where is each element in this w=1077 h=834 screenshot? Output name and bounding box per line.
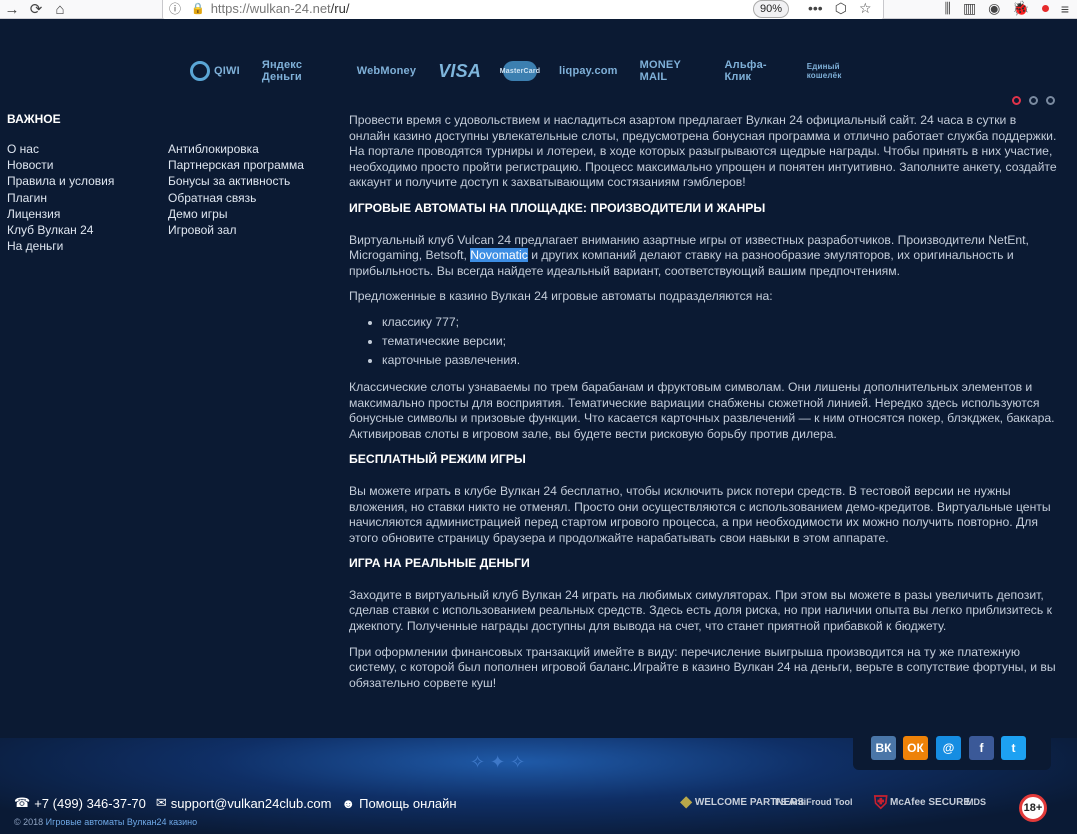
phone-icon: ☎ (14, 795, 31, 810)
qiwi-label: QIWI (214, 65, 240, 77)
mcafee-badge: ⛨ McAfee SECURE (874, 794, 971, 812)
sidebar-item-club[interactable]: Клуб Вулкан 24 (7, 222, 114, 238)
notification-dot-icon (1041, 5, 1049, 12)
qiwi-circle-icon (190, 61, 210, 81)
forward-button[interactable]: → (0, 0, 24, 18)
alfa-click-logo: Альфа-Клик (724, 59, 767, 83)
twitter-icon[interactable]: t (1001, 736, 1026, 760)
footer-contacts: ☎ +7 (499) 346-37-70 ✉ support@vulkan24clu… (14, 795, 457, 811)
sidebar-item-plugin[interactable]: Плагин (7, 190, 114, 206)
badge-label: McAfee SECURE (890, 797, 971, 808)
categories-list: классику 777; тематические версии; карто… (349, 315, 1059, 368)
sidebar-item-partners[interactable]: Партнерская программа (168, 157, 304, 173)
categories-paragraph: Предложенные в казино Вулкан 24 игровые … (349, 289, 773, 304)
copyright-year: © 2018 (14, 817, 44, 827)
copyright: © 2018 Игровые автоматы Вулкан24 казино (14, 817, 197, 827)
vk-icon[interactable]: ВК (871, 736, 896, 760)
email-contact[interactable]: ✉ support@vulkan24club.com (156, 795, 332, 811)
sidebar-item-feedback[interactable]: Обратная связь (168, 190, 304, 206)
copyright-link[interactable]: Игровые автоматы Вулкан24 казино (46, 817, 197, 827)
help-label: Помощь онлайн (359, 795, 457, 811)
info-icon[interactable]: ⓘ (169, 0, 181, 17)
toolbar-right: ⫼ ▥ ◉ 🐞 ≡ (944, 0, 1069, 17)
intro-paragraph: Провести время с удовольствием и наслади… (349, 113, 1057, 190)
moneymail-logo: MONEY MAIL (639, 59, 681, 83)
age-restriction-badge: 18+ (1019, 794, 1047, 822)
url-path: /ru/ (330, 0, 350, 16)
wallet-one-logo: Единый кошелёк (806, 62, 842, 80)
highlighted-text: Novomatic (470, 248, 528, 263)
menu-icon[interactable]: ≡ (1061, 1, 1069, 17)
more-actions-icon[interactable]: ••• (808, 0, 823, 17)
mastercard-logo: MasterCard (500, 61, 540, 81)
url-domain: https://wulkan-24.net (210, 0, 331, 16)
phone-contact[interactable]: ☎ +7 (499) 346-37-70 (14, 795, 146, 811)
lock-icon[interactable]: 🔒 (191, 2, 205, 15)
extension-icon[interactable]: 🐞 (1012, 0, 1029, 17)
payment-logos: QIWI Яндекс Деньги WebMoney VISA MasterC… (190, 53, 890, 89)
yandex-money-logo: Яндекс Деньги (261, 59, 303, 83)
star-decoration-icon: ✧ ✦ ✧ (470, 752, 526, 772)
webmoney-logo: WebMoney (356, 65, 417, 77)
slider-dot[interactable] (1029, 96, 1038, 105)
email-address: support@vulkan24club.com (170, 795, 332, 811)
visa-logo: VISA (438, 60, 482, 81)
list-item: тематические версии; (382, 334, 1059, 349)
transactions-paragraph: При оформлении финансовых транзакций име… (349, 644, 1056, 690)
url-text[interactable]: https://wulkan-24.net/ru/ (211, 1, 350, 16)
sidebar-item-hall[interactable]: Игровой зал (168, 222, 304, 238)
sidebar-item-license[interactable]: Лицензия (7, 206, 114, 222)
sidebar-item-bonuses[interactable]: Бонусы за активность (168, 173, 304, 189)
slider-dot[interactable] (1012, 96, 1021, 105)
browser-toolbar: → ⟳ ⌂ ⓘ 🔒 https://wulkan-24.net/ru/ 90% … (0, 0, 1077, 20)
mds-badge: MDS (966, 797, 986, 807)
liqpay-logo: liqpay.com (559, 65, 618, 77)
main-article: Провести время с удовольствием и наслади… (349, 113, 1059, 701)
sidebar-menu-left: О нас Новости Правила и условия Плагин Л… (7, 141, 114, 254)
page-body: QIWI Яндекс Деньги WebMoney VISA MasterC… (0, 19, 1077, 739)
envelope-icon: ✉ (155, 795, 167, 810)
slider-dots (1012, 96, 1055, 105)
section-heading: БЕСПЛАТНЫЙ РЕЖИМ ИГРЫ (349, 452, 526, 467)
mail-icon[interactable]: @ (936, 736, 961, 760)
sidebar-item-money[interactable]: На деньги (7, 238, 114, 254)
shield-icon: ⛨ (874, 792, 888, 813)
pocket-icon[interactable]: ⬡ (835, 0, 847, 17)
list-item: карточные развлечения. (382, 353, 1059, 368)
real-money-paragraph: Заходите в виртуальный клуб Вулкан 24 иг… (349, 587, 1052, 634)
diamond-icon: ◆ (680, 793, 693, 811)
reload-button[interactable]: ⟳ (24, 0, 48, 18)
qiwi-logo: QIWI (190, 58, 240, 84)
sidebar-item-news[interactable]: Новости (7, 157, 114, 173)
sidebar-title: ВАЖНОЕ (7, 112, 61, 126)
sidebar-item-antiblock[interactable]: Антиблокировка (168, 141, 304, 157)
bookmark-star-icon[interactable]: ☆ (859, 0, 872, 17)
classic-slots-paragraph: Классические слоты узнаваемы по трем бар… (349, 379, 1055, 441)
sidebar-icon[interactable]: ▥ (963, 0, 976, 17)
phone-number: +7 (499) 346-37-70 (34, 795, 146, 811)
support-icon: ☻ (341, 795, 356, 811)
zoom-indicator[interactable]: 90% (753, 0, 790, 18)
home-button[interactable]: ⌂ (48, 0, 72, 18)
antifraud-badge: FS AntiFroud Tool (775, 797, 853, 807)
section-heading: ИГРОВЫЕ АВТОМАТЫ НА ПЛОЩАДКЕ: ПРОИЗВОДИТ… (349, 200, 766, 215)
odnoklassniki-icon[interactable]: ОК (903, 736, 928, 760)
page-actions: ••• ⬡ ☆ (808, 0, 872, 17)
sidebar-menu-right: Антиблокировка Партнерская программа Бон… (168, 141, 304, 238)
providers-paragraph: Виртуальный клуб Vulcan 24 предлагает вн… (349, 233, 1059, 280)
facebook-icon[interactable]: f (969, 736, 994, 760)
help-contact[interactable]: ☻ Помощь онлайн (341, 796, 456, 811)
account-icon[interactable]: ◉ (988, 0, 1000, 17)
slider-dot[interactable] (1046, 96, 1055, 105)
sidebar-item-demo[interactable]: Демо игры (168, 206, 304, 222)
sidebar-item-about[interactable]: О нас (7, 141, 114, 157)
free-mode-paragraph: Вы можете играть в клубе Вулкан 24 беспл… (349, 483, 1051, 545)
library-icon[interactable]: ⫼ (944, 0, 950, 17)
list-item: классику 777; (382, 315, 1059, 330)
section-heading: ИГРА НА РЕАЛЬНЫЕ ДЕНЬГИ (349, 556, 530, 571)
sidebar-item-rules[interactable]: Правила и условия (7, 173, 114, 189)
